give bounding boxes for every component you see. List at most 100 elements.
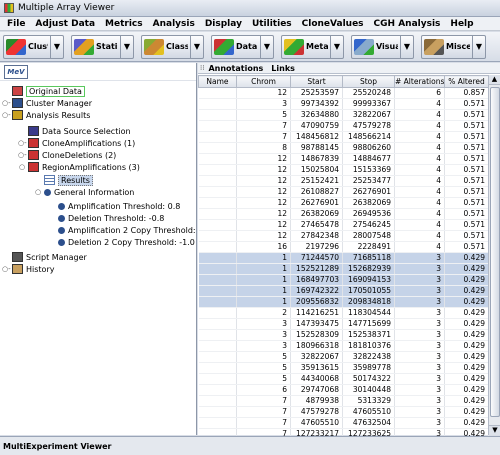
info-icon <box>44 188 51 196</box>
tree-node-label: Amplification Threshold: 0.8 <box>68 201 181 211</box>
tree-node-original-data[interactable]: Original Data <box>2 85 85 97</box>
table-row[interactable]: 12 27842348 28007548 4 0.571 <box>198 230 489 242</box>
tree-node-history[interactable]: ○- History <box>2 263 54 275</box>
table-row[interactable]: 12 26382069 26949536 4 0.571 <box>198 208 489 220</box>
vertical-scrollbar[interactable]: ▲ ▼ <box>488 75 500 435</box>
table-row[interactable]: 7 4879938 5313329 3 0.429 <box>198 395 489 407</box>
dropdown-arrow-icon[interactable]: ▼ <box>331 34 344 59</box>
table-row[interactable]: 6 29747068 30140448 3 0.429 <box>198 384 489 396</box>
tree-node-data-source-selection[interactable]: Data Source Selection <box>18 125 131 137</box>
visualization-button[interactable]: Visualizatio <box>351 34 401 59</box>
data-reduction-button[interactable]: Data Reduct <box>211 34 261 59</box>
tree-toggle-icon[interactable]: ○ <box>18 163 26 171</box>
status-text: MultiExperiment Viewer <box>3 441 112 451</box>
scroll-up-icon[interactable]: ▲ <box>489 75 500 85</box>
table-row[interactable]: 12 26108827 26276901 4 0.571 <box>198 186 489 198</box>
dropdown-arrow-icon[interactable]: ▼ <box>401 34 414 59</box>
dropdown-arrow-icon[interactable]: ▼ <box>261 34 274 59</box>
table-row[interactable]: 7 148456812 148566214 4 0.571 <box>198 131 489 143</box>
table-cell: 1 <box>236 252 291 264</box>
table-row[interactable]: 3 152528309 152538371 3 0.429 <box>198 329 489 341</box>
meta-analysis-button[interactable]: Meta Analys <box>281 34 331 59</box>
table-row[interactable]: 5 32822067 32822438 3 0.429 <box>198 351 489 363</box>
table-cell: 0.571 <box>444 197 489 209</box>
tree-toggle-icon[interactable]: ○- <box>2 265 11 273</box>
table-row[interactable]: 5 32634880 32822067 4 0.571 <box>198 109 489 121</box>
menu-clonevalues[interactable]: CloneValues <box>297 19 369 29</box>
tree-node-analysis-results[interactable]: ○- Analysis Results <box>2 109 90 121</box>
table-cell: 170501055 <box>342 285 395 297</box>
tree-toggle-icon[interactable]: ○ <box>34 188 42 196</box>
menu-cgh-analysis[interactable]: CGH Analysis <box>369 19 446 29</box>
menu-file[interactable]: File <box>2 19 30 29</box>
tree-node-deletion-2-copy-threshold-1-0[interactable]: Deletion 2 Copy Threshold: -1.0 <box>48 236 195 248</box>
table-row[interactable]: 1 209556832 209834818 3 0.429 <box>198 296 489 308</box>
scroll-down-icon[interactable]: ▼ <box>489 425 500 435</box>
table-row[interactable]: 16 2197296 2228491 4 0.571 <box>198 241 489 253</box>
table-row[interactable]: 1 169742322 170501055 3 0.429 <box>198 285 489 297</box>
dropdown-arrow-icon[interactable]: ▼ <box>473 34 486 59</box>
menu-adjust-data[interactable]: Adjust Data <box>30 19 100 29</box>
tree-node-cluster-manager[interactable]: ○- Cluster Manager <box>2 97 92 109</box>
table-row[interactable]: 3 147393475 147715699 3 0.429 <box>198 318 489 330</box>
tree-node-script-manager[interactable]: Script Manager <box>2 251 87 263</box>
tree-node-results[interactable]: Results <box>34 174 93 186</box>
tree-node-general-information[interactable]: ○ General Information <box>34 186 134 198</box>
menu-display[interactable]: Display <box>200 19 247 29</box>
menu-analysis[interactable]: Analysis <box>148 19 200 29</box>
table-row[interactable]: 1 168497703 169094153 3 0.429 <box>198 274 489 286</box>
table-row[interactable]: 7 47090759 47579278 4 0.571 <box>198 120 489 132</box>
column-header-alterations[interactable]: # Alterations <box>394 75 445 88</box>
table-row[interactable]: 3 180966318 181810376 3 0.429 <box>198 340 489 352</box>
table-cell: 0.571 <box>444 98 489 110</box>
table-row[interactable]: 12 25253597 25520248 6 0.857 <box>198 87 489 99</box>
table-row[interactable]: 12 15025804 15153369 4 0.571 <box>198 164 489 176</box>
clustering-button[interactable]: Clustering <box>3 34 51 59</box>
column-header-altered[interactable]: % Altered <box>444 75 489 88</box>
miscellaneous-button[interactable]: Miscellanec <box>421 34 473 59</box>
table-row[interactable]: 1 152521289 152682939 3 0.429 <box>198 263 489 275</box>
tab-links[interactable]: Links <box>271 64 295 73</box>
menu-help[interactable]: Help <box>445 19 478 29</box>
tree-toggle-icon[interactable]: ○- <box>2 111 11 119</box>
column-header-stop[interactable]: Stop <box>342 75 395 88</box>
tree-node-amplification-2-copy-threshold-1-0[interactable]: Amplification 2 Copy Threshold: 1.0 <box>48 224 211 236</box>
table-row[interactable]: 5 44340068 50174322 3 0.429 <box>198 373 489 385</box>
table-row[interactable]: 7 47605510 47632504 3 0.429 <box>198 417 489 429</box>
table-row[interactable]: 12 25152421 25253477 4 0.571 <box>198 175 489 187</box>
table-row[interactable]: 12 14867839 14884677 4 0.571 <box>198 153 489 165</box>
table-row[interactable]: 1 71244570 71685118 3 0.429 <box>198 252 489 264</box>
dropdown-arrow-icon[interactable]: ▼ <box>51 34 64 59</box>
table-cell: 12 <box>236 208 291 220</box>
column-header-start[interactable]: Start <box>290 75 343 88</box>
tree-node-regionamplifications-3[interactable]: ○ RegionAmplifications (3) <box>18 161 140 173</box>
tree-node-amplification-threshold-0-8[interactable]: Amplification Threshold: 0.8 <box>48 200 180 212</box>
table-row[interactable]: 12 26276901 26382069 4 0.571 <box>198 197 489 209</box>
dropdown-arrow-icon[interactable]: ▼ <box>121 34 134 59</box>
column-header-chrom[interactable]: Chrom <box>236 75 291 88</box>
table-row[interactable]: 5 35913615 35989778 3 0.429 <box>198 362 489 374</box>
table-row[interactable]: 3 99734392 99993367 4 0.571 <box>198 98 489 110</box>
classification-button[interactable]: Classificati <box>141 34 191 59</box>
menu-utilities[interactable]: Utilities <box>247 19 297 29</box>
tree-toggle-icon[interactable]: ○- <box>2 99 11 107</box>
table-row[interactable]: 8 98788145 98806260 4 0.571 <box>198 142 489 154</box>
table-row[interactable]: 12 27465478 27546245 4 0.571 <box>198 219 489 231</box>
table-cell: 0.429 <box>444 362 489 374</box>
toolbar-label: Statistics <box>96 42 118 51</box>
table-row[interactable]: 7 47579278 47605510 3 0.429 <box>198 406 489 418</box>
tab-annotations[interactable]: Annotations <box>208 64 263 73</box>
tree-toggle-icon[interactable]: ○- <box>18 139 27 147</box>
column-header-name[interactable]: Name <box>198 75 237 88</box>
tree-node-cloneamplifications-1[interactable]: ○- CloneAmplifications (1) <box>18 137 135 149</box>
tree-toggle-icon[interactable]: ○- <box>18 151 27 159</box>
statistics-button[interactable]: Statistics <box>71 34 121 59</box>
dropdown-arrow-icon[interactable]: ▼ <box>191 34 204 59</box>
tree-node-deletion-threshold-0-8[interactable]: Deletion Threshold: -0.8 <box>48 212 164 224</box>
tree-node-clonedeletions-2[interactable]: ○- CloneDeletions (2) <box>18 149 116 161</box>
scroll-thumb[interactable] <box>490 87 500 417</box>
table-cell <box>198 406 237 418</box>
table-row[interactable]: 2 114216251 118304544 3 0.429 <box>198 307 489 319</box>
toolbar-label: Clustering <box>28 42 48 51</box>
menu-metrics[interactable]: Metrics <box>100 19 148 29</box>
